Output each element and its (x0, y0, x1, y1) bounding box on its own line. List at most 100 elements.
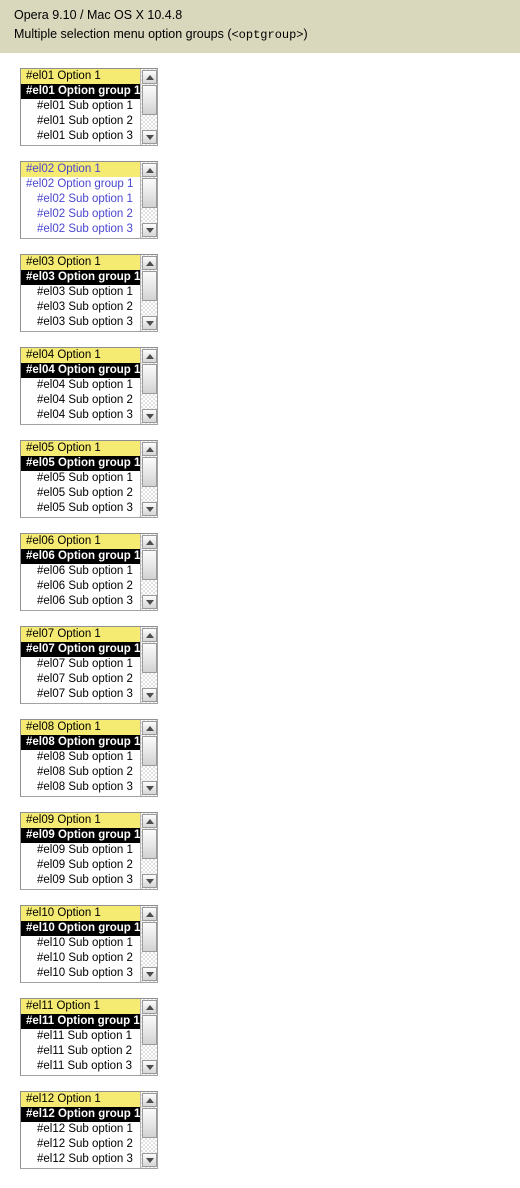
scroll-up-arrow-icon[interactable] (142, 163, 157, 177)
option-item[interactable]: #el06 Option 1 (21, 534, 140, 549)
scroll-down-arrow-icon[interactable] (142, 1060, 157, 1074)
vertical-scrollbar[interactable] (140, 162, 157, 238)
option-item[interactable]: #el02 Sub option 2 (21, 207, 140, 222)
option-item[interactable]: #el10 Option 1 (21, 906, 140, 921)
scroll-down-arrow-icon[interactable] (142, 595, 157, 609)
option-item[interactable]: #el02 Option 1 (21, 162, 140, 177)
option-item[interactable]: #el05 Sub option 1 (21, 471, 140, 486)
scroll-down-arrow-icon[interactable] (142, 223, 157, 237)
scroll-up-arrow-icon[interactable] (142, 535, 157, 549)
scrollbar-thumb[interactable] (142, 643, 157, 673)
option-item[interactable]: #el04 Sub option 3 (21, 408, 140, 423)
option-item[interactable]: #el08 Sub option 3 (21, 780, 140, 795)
scrollbar-thumb[interactable] (142, 550, 157, 580)
scroll-up-arrow-icon[interactable] (142, 1000, 157, 1014)
multiple-select-el08[interactable]: #el08 Option 1 #el08 Option group 1 #el08 … (20, 719, 158, 797)
multiple-select-el04[interactable]: #el04 Option 1 #el04 Option group 1 #el04 … (20, 347, 158, 425)
scroll-down-arrow-icon[interactable] (142, 1153, 157, 1167)
option-item[interactable]: #el01 Option 1 (21, 69, 140, 84)
multiple-select-el12[interactable]: #el12 Option 1 #el12 Option group 1 #el12 … (20, 1091, 158, 1169)
multiple-select-el09[interactable]: #el09 Option 1 #el09 Option group 1 #el09 … (20, 812, 158, 890)
option-item[interactable]: #el12 Sub option 3 (21, 1152, 140, 1167)
scrollbar-thumb[interactable] (142, 829, 157, 859)
vertical-scrollbar[interactable] (140, 813, 157, 889)
option-item[interactable]: #el06 Sub option 3 (21, 594, 140, 609)
option-item[interactable]: #el10 Sub option 3 (21, 966, 140, 981)
option-item[interactable]: #el10 Sub option 1 (21, 936, 140, 951)
vertical-scrollbar[interactable] (140, 255, 157, 331)
option-item[interactable]: #el07 Sub option 3 (21, 687, 140, 702)
scrollbar-thumb[interactable] (142, 271, 157, 301)
vertical-scrollbar[interactable] (140, 906, 157, 982)
scroll-up-arrow-icon[interactable] (142, 907, 157, 921)
vertical-scrollbar[interactable] (140, 720, 157, 796)
option-item[interactable]: #el03 Option 1 (21, 255, 140, 270)
option-item[interactable]: #el11 Option 1 (21, 999, 140, 1014)
option-item[interactable]: #el01 Sub option 2 (21, 114, 140, 129)
option-item[interactable]: #el02 Sub option 1 (21, 192, 140, 207)
option-item[interactable]: #el08 Sub option 1 (21, 750, 140, 765)
scroll-down-arrow-icon[interactable] (142, 130, 157, 144)
scroll-down-arrow-icon[interactable] (142, 688, 157, 702)
option-item[interactable]: #el04 Sub option 2 (21, 393, 140, 408)
scroll-down-arrow-icon[interactable] (142, 874, 157, 888)
scrollbar-thumb[interactable] (142, 364, 157, 394)
multiple-select-el02[interactable]: #el02 Option 1 #el02 Option group 1 #el02 … (20, 161, 158, 239)
multiple-select-el01[interactable]: #el01 Option 1 #el01 Option group 1 #el01 … (20, 68, 158, 146)
scroll-up-arrow-icon[interactable] (142, 1093, 157, 1107)
multiple-select-el05[interactable]: #el05 Option 1 #el05 Option group 1 #el05 … (20, 440, 158, 518)
option-item[interactable]: #el08 Option 1 (21, 720, 140, 735)
scroll-up-arrow-icon[interactable] (142, 349, 157, 363)
option-item[interactable]: #el03 Sub option 3 (21, 315, 140, 330)
scroll-up-arrow-icon[interactable] (142, 814, 157, 828)
multiple-select-el06[interactable]: #el06 Option 1 #el06 Option group 1 #el06 … (20, 533, 158, 611)
vertical-scrollbar[interactable] (140, 534, 157, 610)
vertical-scrollbar[interactable] (140, 1092, 157, 1168)
scroll-up-arrow-icon[interactable] (142, 70, 157, 84)
option-item[interactable]: #el09 Sub option 1 (21, 843, 140, 858)
scroll-up-arrow-icon[interactable] (142, 628, 157, 642)
scroll-up-arrow-icon[interactable] (142, 721, 157, 735)
scrollbar-thumb[interactable] (142, 457, 157, 487)
option-item[interactable]: #el10 Sub option 2 (21, 951, 140, 966)
option-item[interactable]: #el05 Sub option 2 (21, 486, 140, 501)
option-item[interactable]: #el04 Sub option 1 (21, 378, 140, 393)
scrollbar-thumb[interactable] (142, 1108, 157, 1138)
option-item[interactable]: #el06 Sub option 2 (21, 579, 140, 594)
option-item[interactable]: #el01 Sub option 3 (21, 129, 140, 144)
scroll-down-arrow-icon[interactable] (142, 316, 157, 330)
option-item[interactable]: #el04 Option 1 (21, 348, 140, 363)
scroll-down-arrow-icon[interactable] (142, 502, 157, 516)
multiple-select-el10[interactable]: #el10 Option 1 #el10 Option group 1 #el10 … (20, 905, 158, 983)
scrollbar-thumb[interactable] (142, 1015, 157, 1045)
vertical-scrollbar[interactable] (140, 441, 157, 517)
option-item[interactable]: #el11 Sub option 2 (21, 1044, 140, 1059)
option-item[interactable]: #el09 Sub option 3 (21, 873, 140, 888)
option-item[interactable]: #el09 Option 1 (21, 813, 140, 828)
option-item[interactable]: #el06 Sub option 1 (21, 564, 140, 579)
vertical-scrollbar[interactable] (140, 999, 157, 1075)
multiple-select-el07[interactable]: #el07 Option 1 #el07 Option group 1 #el07 … (20, 626, 158, 704)
scrollbar-thumb[interactable] (142, 736, 157, 766)
option-item[interactable]: #el03 Sub option 2 (21, 300, 140, 315)
option-item[interactable]: #el07 Option 1 (21, 627, 140, 642)
option-item[interactable]: #el11 Sub option 1 (21, 1029, 140, 1044)
option-item[interactable]: #el07 Sub option 2 (21, 672, 140, 687)
multiple-select-el03[interactable]: #el03 Option 1 #el03 Option group 1 #el03 … (20, 254, 158, 332)
multiple-select-el11[interactable]: #el11 Option 1 #el11 Option group 1 #el11 … (20, 998, 158, 1076)
scroll-down-arrow-icon[interactable] (142, 409, 157, 423)
option-item[interactable]: #el09 Sub option 2 (21, 858, 140, 873)
option-item[interactable]: #el11 Sub option 3 (21, 1059, 140, 1074)
scrollbar-thumb[interactable] (142, 178, 157, 208)
option-item[interactable]: #el08 Sub option 2 (21, 765, 140, 780)
option-item[interactable]: #el01 Sub option 1 (21, 99, 140, 114)
option-item[interactable]: #el07 Sub option 1 (21, 657, 140, 672)
option-item[interactable]: #el12 Sub option 2 (21, 1137, 140, 1152)
scroll-down-arrow-icon[interactable] (142, 781, 157, 795)
vertical-scrollbar[interactable] (140, 348, 157, 424)
scrollbar-thumb[interactable] (142, 922, 157, 952)
option-item[interactable]: #el05 Sub option 3 (21, 501, 140, 516)
vertical-scrollbar[interactable] (140, 69, 157, 145)
vertical-scrollbar[interactable] (140, 627, 157, 703)
option-item[interactable]: #el02 Sub option 3 (21, 222, 140, 237)
